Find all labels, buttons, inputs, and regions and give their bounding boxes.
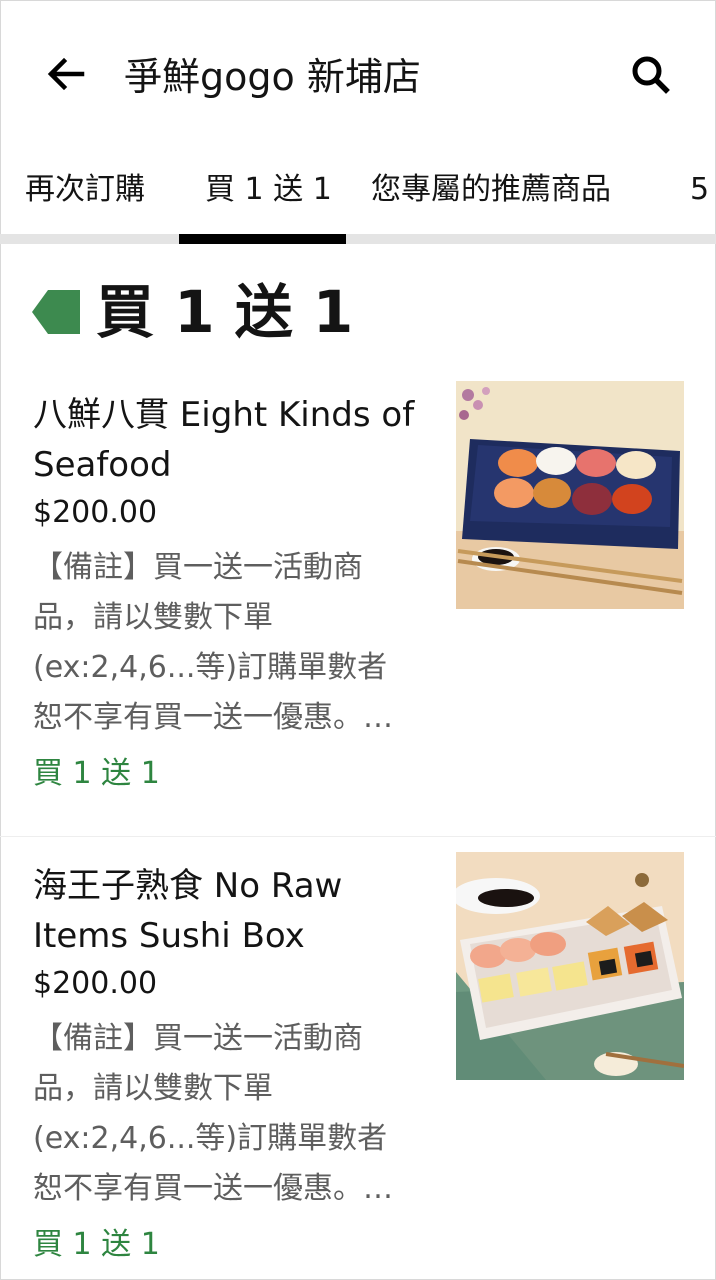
menu-item[interactable]: 海王子熟食 No Raw Items Sushi Box $200.00 【備註…: [0, 852, 716, 1280]
store-title: 爭鮮gogo 新埔店: [124, 55, 421, 99]
arrow-left-icon: [47, 57, 85, 91]
item-description: 【備註】買一送一活動商品，請以雙數下單(ex:2,4,6...等)訂購單數者恕不…: [33, 1021, 388, 1206]
item-promo-label: 買 1 送 1: [33, 756, 160, 791]
tag-icon: [32, 290, 80, 334]
item-promo-label: 買 1 送 1: [33, 1227, 160, 1262]
section-title: 買 1 送 1: [96, 278, 354, 346]
sushi-platter-photo: [456, 381, 684, 609]
menu-item[interactable]: 八鮮八貫 Eight Kinds of Seafood $200.00 【備註】…: [0, 381, 716, 810]
item-price: $200.00: [33, 966, 158, 1001]
category-tabs: 再次訂購 買 1 送 1 您專屬的推薦商品 5: [0, 160, 716, 244]
item-price: $200.00: [33, 495, 158, 530]
item-description: 【備註】買一送一活動商品，請以雙數下單(ex:2,4,6...等)訂購單數者恕不…: [33, 550, 388, 735]
app-header: 爭鮮gogo 新埔店: [0, 0, 716, 150]
tab-recommended[interactable]: 您專屬的推薦商品: [371, 160, 611, 220]
tab-buy-one-get-one[interactable]: 買 1 送 1: [205, 160, 332, 220]
item-divider: [0, 836, 716, 837]
search-icon: [632, 56, 670, 94]
active-tab-indicator: [179, 234, 346, 244]
tab-reorder[interactable]: 再次訂購: [25, 160, 145, 220]
search-button[interactable]: [626, 50, 674, 98]
back-button[interactable]: [42, 50, 90, 98]
cooked-sushi-box-photo: [456, 852, 684, 1080]
item-name: 海王子熟食 No Raw Items Sushi Box: [33, 866, 343, 956]
item-name: 八鮮八貫 Eight Kinds of Seafood: [33, 395, 415, 485]
tab-track: [0, 234, 716, 244]
tab-next[interactable]: 5: [690, 160, 709, 220]
